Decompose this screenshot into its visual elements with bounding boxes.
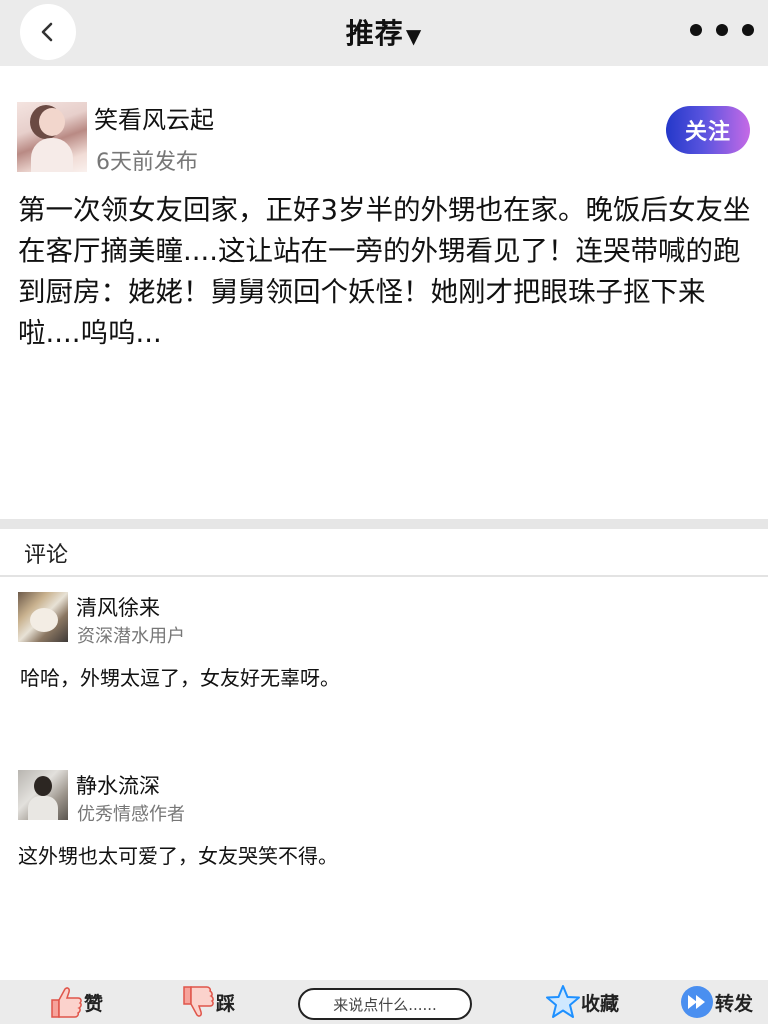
favorite-button[interactable]: 收藏	[545, 980, 619, 1024]
dislike-label: 踩	[216, 992, 236, 1015]
comment-input[interactable]: 来说点什么......	[298, 988, 472, 1020]
page-title[interactable]: 推荐 ▼	[0, 12, 768, 52]
bottom-action-bar: 赞 踩 来说点什么...... 收藏 转发	[0, 980, 768, 1024]
dropdown-caret-icon: ▼	[405, 24, 423, 48]
author-name[interactable]: 笑看风云起	[94, 100, 214, 135]
commenter-name[interactable]: 清风徐来	[76, 592, 160, 622]
post-time: 6天前发布	[96, 150, 198, 175]
comments-divider	[0, 575, 768, 577]
comment-text: 这外甥也太可爱了，女友哭笑不得。	[18, 844, 338, 868]
follow-button[interactable]: 关注	[666, 106, 750, 154]
share-label: 转发	[715, 992, 754, 1015]
commenter-avatar[interactable]	[18, 592, 68, 642]
thumbs-up-icon	[51, 987, 82, 1018]
like-button[interactable]: 赞	[48, 980, 103, 1024]
more-button[interactable]	[690, 22, 754, 38]
favorite-label: 收藏	[581, 992, 620, 1015]
like-label: 赞	[84, 992, 104, 1015]
post-content: 第一次领女友回家，正好3岁半的外甥也在家。晚饭后女友坐在客厅摘美瞳....这让站…	[18, 194, 751, 349]
more-dots-icon	[690, 24, 702, 36]
commenter-role: 优秀情感作者	[77, 804, 185, 825]
commenter-avatar[interactable]	[18, 770, 68, 820]
thumbs-down-icon	[183, 986, 214, 1017]
more-dots-icon	[742, 24, 754, 36]
comments-title: 评论	[24, 543, 69, 568]
section-divider	[0, 519, 768, 529]
comment-text: 哈哈，外甥太逗了，女友好无辜呀。	[20, 666, 340, 690]
commenter-role: 资深潜水用户	[77, 626, 185, 647]
forward-icon	[681, 986, 713, 1018]
top-bar: 推荐 ▼	[0, 0, 768, 66]
share-button[interactable]: 转发	[679, 980, 753, 1024]
dislike-button[interactable]: 踩	[180, 980, 235, 1024]
more-dots-icon	[716, 24, 728, 36]
page-title-text: 推荐	[345, 17, 404, 50]
author-avatar[interactable]	[17, 102, 87, 172]
star-icon	[546, 985, 580, 1018]
commenter-name[interactable]: 静水流深	[76, 770, 160, 800]
